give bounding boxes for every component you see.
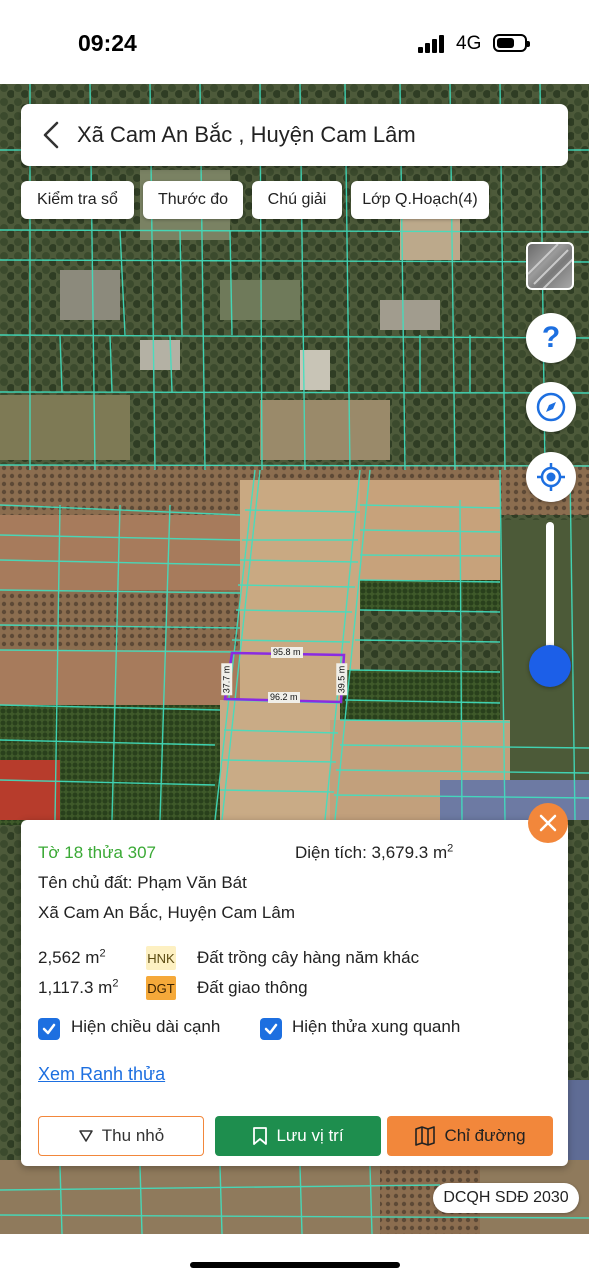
help-button[interactable]: ? bbox=[526, 313, 576, 363]
directions-button[interactable]: Chỉ đường bbox=[387, 1116, 553, 1156]
view-boundary-link[interactable]: Xem Ranh thửa bbox=[38, 1064, 165, 1085]
land-use-desc-1: Đất trồng cây hàng năm khác bbox=[197, 948, 420, 967]
layer-thumbnail-icon bbox=[528, 244, 572, 288]
zoom-slider-thumb[interactable] bbox=[529, 645, 571, 687]
measure-top: 95.8 m bbox=[271, 647, 303, 658]
triangle-down-icon bbox=[78, 1130, 93, 1142]
land-use-desc-2: Đất giao thông bbox=[197, 978, 308, 997]
compass-button[interactable] bbox=[526, 382, 576, 432]
parcel-area: Diện tích: 3,679.3 m2 bbox=[295, 842, 454, 862]
parcel-address: Xã Cam An Bắc, Huyện Cam Lâm bbox=[38, 903, 296, 922]
home-indicator[interactable] bbox=[190, 1262, 400, 1268]
signal-icon bbox=[418, 35, 448, 53]
check-icon bbox=[264, 1023, 278, 1035]
close-panel-button[interactable] bbox=[528, 803, 568, 843]
compass-icon bbox=[536, 392, 566, 422]
my-location-button[interactable] bbox=[526, 452, 576, 502]
chip-lop-quy-hoach[interactable]: Lớp Q.Hoạch(4) bbox=[351, 181, 489, 219]
land-use-area-2: 1,117.3 m2 bbox=[38, 977, 119, 997]
status-bar: 09:24 4G bbox=[0, 0, 589, 84]
bookmark-icon bbox=[253, 1127, 268, 1145]
checkbox-show-neighbors[interactable] bbox=[260, 1018, 282, 1040]
land-code-badge: HNK bbox=[146, 946, 176, 970]
back-arrow-icon[interactable] bbox=[35, 118, 69, 152]
map-icon bbox=[415, 1126, 436, 1146]
land-use-area-1: 2,562 m2 bbox=[38, 947, 106, 967]
checkbox-show-edges[interactable] bbox=[38, 1018, 60, 1040]
location-title: Xã Cam An Bắc , Huyện Cam Lâm bbox=[77, 122, 416, 147]
save-location-label: Lưu vị trí bbox=[276, 1126, 344, 1145]
minimize-button[interactable]: Thu nhỏ bbox=[38, 1116, 204, 1156]
crosshair-icon bbox=[537, 463, 565, 491]
chip-kiem-tra-so[interactable]: Kiểm tra sổ bbox=[21, 181, 134, 219]
land-code-badge: DGT bbox=[146, 976, 176, 1000]
parcel-id: Tờ 18 thửa 307 bbox=[38, 843, 156, 862]
measure-left: 37.7 m bbox=[221, 663, 233, 696]
map-layer-toggle[interactable] bbox=[526, 242, 574, 290]
checkbox-show-neighbors-label[interactable]: Hiện thửa xung quanh bbox=[292, 1017, 460, 1037]
measure-bottom: 96.2 m bbox=[268, 692, 300, 703]
network-type: 4G bbox=[456, 33, 482, 54]
chip-chu-giai[interactable]: Chú giải bbox=[252, 181, 342, 219]
check-icon bbox=[42, 1023, 56, 1035]
minimize-button-label: Thu nhỏ bbox=[101, 1126, 165, 1145]
chip-thuoc-do[interactable]: Thước đo bbox=[143, 181, 243, 219]
location-header: Xã Cam An Bắc , Huyện Cam Lâm bbox=[21, 104, 568, 166]
help-icon: ? bbox=[541, 321, 561, 354]
checkbox-show-edges-label[interactable]: Hiện chiều dài cạnh bbox=[71, 1017, 220, 1037]
directions-label: Chỉ đường bbox=[444, 1126, 526, 1145]
owner-name: Tên chủ đất: Phạm Văn Bát bbox=[38, 873, 247, 892]
measure-right: 39.5 m bbox=[336, 663, 348, 696]
close-icon bbox=[539, 814, 557, 832]
status-time: 09:24 bbox=[78, 30, 137, 56]
battery-icon bbox=[493, 34, 530, 52]
planning-layer-badge[interactable]: DCQH SDĐ 2030 bbox=[433, 1183, 579, 1213]
save-location-button[interactable]: Lưu vị trí bbox=[215, 1116, 381, 1156]
